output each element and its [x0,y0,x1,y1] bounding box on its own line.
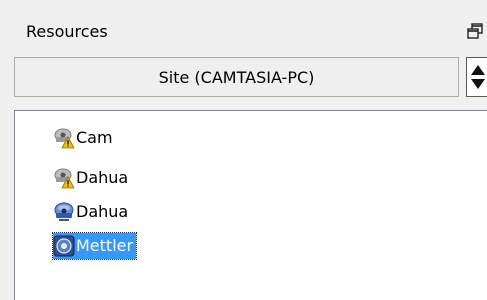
tree-item-label: Mettler [76,236,134,255]
tree-item-mettler[interactable]: Mettler [51,232,138,260]
camera-blue-icon [53,201,75,223]
camera-warning-icon [53,127,75,149]
device-blue-icon [53,235,75,257]
resource-tree[interactable]: Cam Dahua Dahua Mettler [14,110,487,300]
panel-header: Resources [0,0,487,44]
tree-item-dahua-2[interactable]: Dahua [53,199,131,225]
tree-item-label: Cam [76,128,113,147]
site-row: Site (CAMTASIA-PC) [14,57,487,99]
site-selector[interactable]: Site (CAMTASIA-PC) [14,57,459,97]
panel-title: Resources [26,22,108,41]
tree-item-label: Dahua [76,168,129,187]
restore-window-icon[interactable] [466,22,484,40]
site-selector-value: Site (CAMTASIA-PC) [158,67,315,87]
tree-item-cam[interactable]: Cam [53,125,116,151]
tree-item-dahua-1[interactable]: Dahua [53,165,131,191]
tree-item-label: Dahua [76,202,129,221]
up-down-spin-icon[interactable] [466,57,487,97]
camera-warning-icon [53,167,75,189]
